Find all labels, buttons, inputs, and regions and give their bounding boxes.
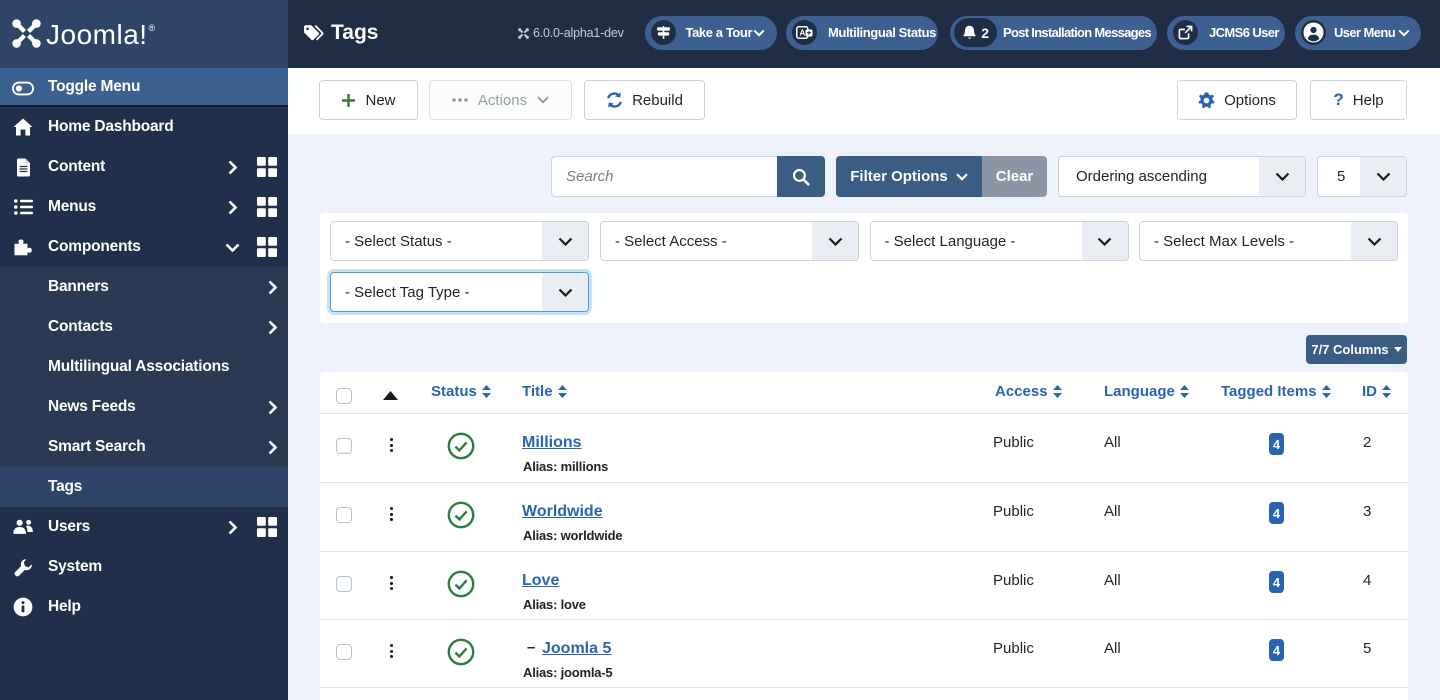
svg-text:A: A: [800, 29, 806, 38]
